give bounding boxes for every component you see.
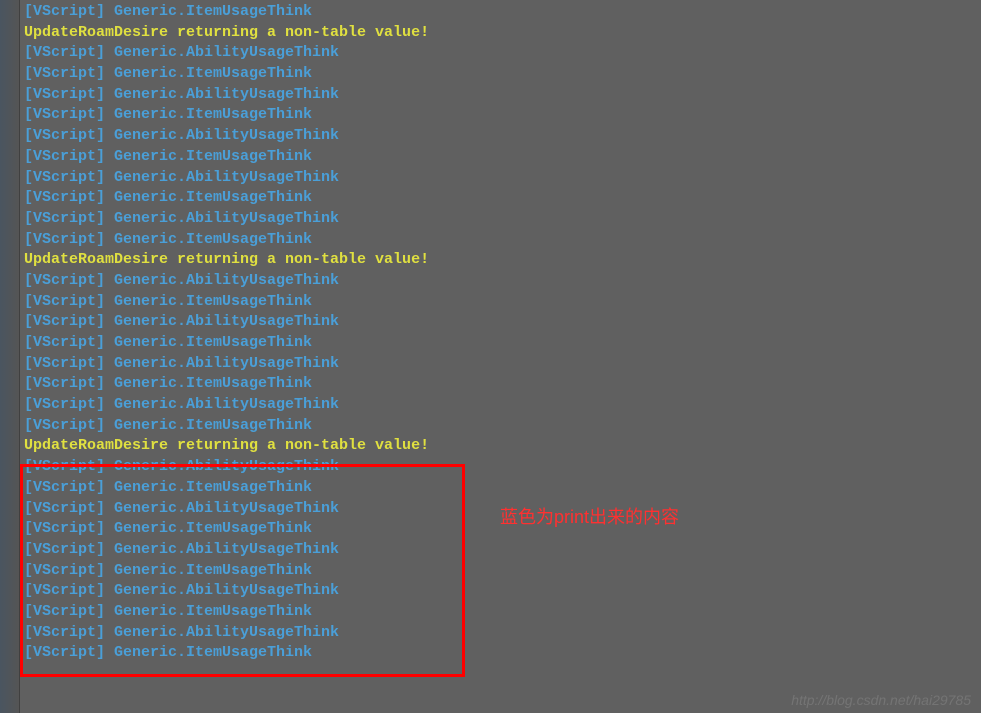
script-message: Generic.ItemUsageThink xyxy=(105,189,312,206)
console-output: [VScript] Generic.ItemUsageThinkUpdateRo… xyxy=(24,2,981,664)
script-tag: [VScript] xyxy=(24,355,105,372)
script-tag: [VScript] xyxy=(24,562,105,579)
warning-text: UpdateRoamDesire returning a non-table v… xyxy=(24,437,429,454)
script-tag: [VScript] xyxy=(24,148,105,165)
console-line: [VScript] Generic.ItemUsageThink xyxy=(24,333,981,354)
script-message: Generic.AbilityUsageThink xyxy=(105,355,339,372)
console-line: [VScript] Generic.AbilityUsageThink xyxy=(24,43,981,64)
script-tag: [VScript] xyxy=(24,334,105,351)
script-message: Generic.ItemUsageThink xyxy=(105,231,312,248)
script-message: Generic.ItemUsageThink xyxy=(105,479,312,496)
script-message: Generic.ItemUsageThink xyxy=(105,417,312,434)
script-tag: [VScript] xyxy=(24,169,105,186)
script-tag: [VScript] xyxy=(24,293,105,310)
console-line: UpdateRoamDesire returning a non-table v… xyxy=(24,436,981,457)
console-line: [VScript] Generic.AbilityUsageThink xyxy=(24,623,981,644)
console-line: [VScript] Generic.AbilityUsageThink xyxy=(24,354,981,375)
script-tag: [VScript] xyxy=(24,603,105,620)
script-tag: [VScript] xyxy=(24,44,105,61)
console-line: [VScript] Generic.ItemUsageThink xyxy=(24,188,981,209)
left-edge-decoration xyxy=(0,0,20,713)
script-tag: [VScript] xyxy=(24,86,105,103)
console-line: [VScript] Generic.ItemUsageThink xyxy=(24,105,981,126)
script-tag: [VScript] xyxy=(24,396,105,413)
script-tag: [VScript] xyxy=(24,458,105,475)
script-message: Generic.ItemUsageThink xyxy=(105,520,312,537)
console-line: [VScript] Generic.AbilityUsageThink xyxy=(24,581,981,602)
console-line: [VScript] Generic.ItemUsageThink xyxy=(24,64,981,85)
script-message: Generic.AbilityUsageThink xyxy=(105,210,339,227)
script-message: Generic.AbilityUsageThink xyxy=(105,86,339,103)
console-line: [VScript] Generic.ItemUsageThink xyxy=(24,643,981,664)
script-message: Generic.ItemUsageThink xyxy=(105,3,312,20)
script-tag: [VScript] xyxy=(24,375,105,392)
console-line: [VScript] Generic.ItemUsageThink xyxy=(24,374,981,395)
annotation-label: 蓝色为print出来的内容 xyxy=(500,505,679,530)
script-message: Generic.ItemUsageThink xyxy=(105,106,312,123)
script-message: Generic.AbilityUsageThink xyxy=(105,127,339,144)
script-message: Generic.AbilityUsageThink xyxy=(105,624,339,641)
console-line: [VScript] Generic.AbilityUsageThink xyxy=(24,395,981,416)
script-message: Generic.ItemUsageThink xyxy=(105,65,312,82)
script-tag: [VScript] xyxy=(24,644,105,661)
console-line: [VScript] Generic.ItemUsageThink xyxy=(24,602,981,623)
script-message: Generic.ItemUsageThink xyxy=(105,562,312,579)
console-line: [VScript] Generic.ItemUsageThink xyxy=(24,2,981,23)
console-line: UpdateRoamDesire returning a non-table v… xyxy=(24,23,981,44)
script-tag: [VScript] xyxy=(24,210,105,227)
script-tag: [VScript] xyxy=(24,65,105,82)
script-tag: [VScript] xyxy=(24,624,105,641)
console-line: [VScript] Generic.AbilityUsageThink xyxy=(24,85,981,106)
script-message: Generic.ItemUsageThink xyxy=(105,603,312,620)
script-tag: [VScript] xyxy=(24,189,105,206)
console-line: [VScript] Generic.ItemUsageThink xyxy=(24,147,981,168)
script-message: Generic.ItemUsageThink xyxy=(105,148,312,165)
watermark: http://blog.csdn.net/hai29785 xyxy=(791,691,971,710)
console-line: [VScript] Generic.ItemUsageThink xyxy=(24,561,981,582)
script-tag: [VScript] xyxy=(24,541,105,558)
script-tag: [VScript] xyxy=(24,500,105,517)
console-line: [VScript] Generic.AbilityUsageThink xyxy=(24,209,981,230)
script-message: Generic.AbilityUsageThink xyxy=(105,313,339,330)
script-tag: [VScript] xyxy=(24,582,105,599)
console-line: [VScript] Generic.ItemUsageThink xyxy=(24,230,981,251)
script-message: Generic.ItemUsageThink xyxy=(105,375,312,392)
script-message: Generic.AbilityUsageThink xyxy=(105,458,339,475)
script-message: Generic.AbilityUsageThink xyxy=(105,396,339,413)
script-tag: [VScript] xyxy=(24,3,105,20)
console-line: [VScript] Generic.AbilityUsageThink xyxy=(24,126,981,147)
script-message: Generic.ItemUsageThink xyxy=(105,334,312,351)
console-line: [VScript] Generic.ItemUsageThink xyxy=(24,292,981,313)
script-tag: [VScript] xyxy=(24,106,105,123)
warning-text: UpdateRoamDesire returning a non-table v… xyxy=(24,24,429,41)
console-line: [VScript] Generic.AbilityUsageThink xyxy=(24,271,981,292)
script-message: Generic.AbilityUsageThink xyxy=(105,541,339,558)
console-line: [VScript] Generic.ItemUsageThink xyxy=(24,416,981,437)
script-tag: [VScript] xyxy=(24,272,105,289)
console-line: UpdateRoamDesire returning a non-table v… xyxy=(24,250,981,271)
console-line: [VScript] Generic.ItemUsageThink xyxy=(24,478,981,499)
script-message: Generic.AbilityUsageThink xyxy=(105,272,339,289)
script-tag: [VScript] xyxy=(24,520,105,537)
console-line: [VScript] Generic.AbilityUsageThink xyxy=(24,168,981,189)
script-tag: [VScript] xyxy=(24,313,105,330)
console-line: [VScript] Generic.AbilityUsageThink xyxy=(24,312,981,333)
script-tag: [VScript] xyxy=(24,417,105,434)
script-tag: [VScript] xyxy=(24,479,105,496)
warning-text: UpdateRoamDesire returning a non-table v… xyxy=(24,251,429,268)
script-message: Generic.AbilityUsageThink xyxy=(105,44,339,61)
script-tag: [VScript] xyxy=(24,231,105,248)
script-message: Generic.ItemUsageThink xyxy=(105,293,312,310)
script-message: Generic.ItemUsageThink xyxy=(105,644,312,661)
script-tag: [VScript] xyxy=(24,127,105,144)
script-message: Generic.AbilityUsageThink xyxy=(105,582,339,599)
script-message: Generic.AbilityUsageThink xyxy=(105,500,339,517)
console-line: [VScript] Generic.AbilityUsageThink xyxy=(24,540,981,561)
script-message: Generic.AbilityUsageThink xyxy=(105,169,339,186)
console-line: [VScript] Generic.AbilityUsageThink xyxy=(24,457,981,478)
